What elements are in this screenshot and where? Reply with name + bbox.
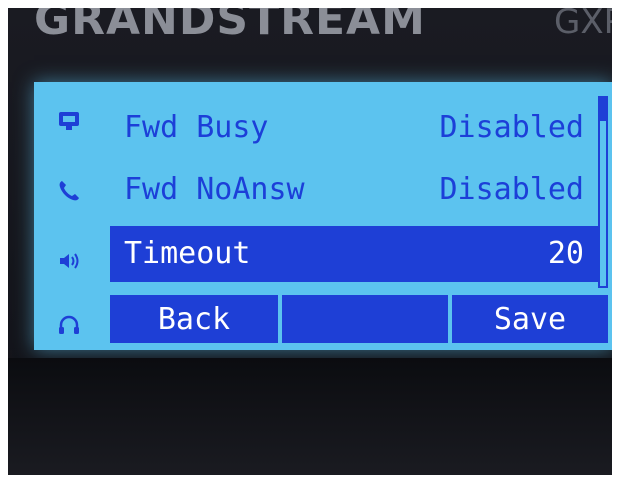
save-softkey[interactable]: Save	[452, 295, 608, 343]
menu-scrollbar[interactable]	[598, 96, 608, 288]
lcd-screen: Fwd Busy Disabled Fwd NoAnsw Disabled Ti…	[34, 82, 612, 350]
headset-icon	[56, 312, 82, 338]
speaker-icon	[56, 248, 82, 274]
phone-bezel	[8, 358, 612, 475]
menu-item-label: Fwd Busy	[124, 110, 269, 145]
back-softkey[interactable]: Back	[110, 295, 278, 343]
menu-item-label: Fwd NoAnsw	[124, 172, 305, 207]
forward-settings-menu: Fwd Busy Disabled Fwd NoAnsw Disabled Ti…	[110, 100, 598, 286]
menu-item-value: 20	[547, 236, 584, 271]
model-label: GXP	[554, 8, 612, 42]
softkey-bar: Back Save	[110, 295, 608, 343]
network-icon	[56, 108, 82, 134]
phone-icon	[56, 178, 82, 204]
phone-photo: GRANDSTREAM GXP	[8, 8, 612, 475]
menu-item-fwd-busy[interactable]: Fwd Busy Disabled	[110, 100, 598, 156]
blank-softkey[interactable]	[282, 295, 448, 343]
status-icon-column	[42, 82, 102, 350]
brand-logo: GRANDSTREAM	[34, 8, 426, 45]
scrollbar-thumb[interactable]	[600, 98, 606, 121]
menu-item-label: Timeout	[124, 236, 251, 271]
menu-item-timeout[interactable]: Timeout 20	[110, 226, 598, 282]
menu-item-fwd-noansw[interactable]: Fwd NoAnsw Disabled	[110, 162, 598, 218]
menu-item-value: Disabled	[439, 110, 585, 145]
menu-item-value: Disabled	[439, 172, 585, 207]
